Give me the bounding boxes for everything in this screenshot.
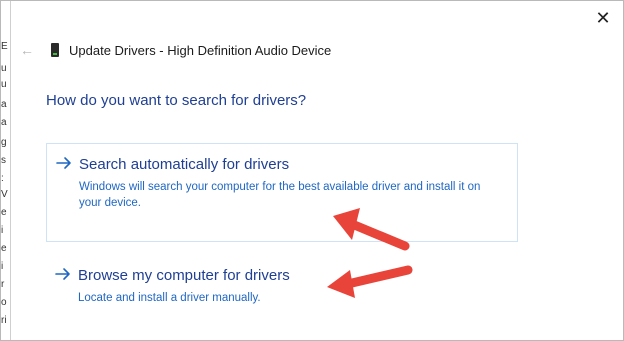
option-description: Locate and install a driver manually.	[78, 292, 261, 304]
background-text-fragment: e	[1, 207, 7, 218]
title-bar: ← Update Drivers - High Definition Audio…	[17, 38, 331, 62]
audio-device-icon	[49, 40, 61, 60]
background-text-fragment: E	[1, 41, 8, 52]
option-title: Browse my computer for drivers	[78, 267, 290, 284]
background-text-fragment: g	[1, 137, 7, 148]
background-text-fragment: u	[1, 63, 7, 74]
page-heading: How do you want to search for drivers?	[46, 92, 307, 109]
background-text-fragment: r	[1, 279, 5, 290]
background-text-fragment: s	[1, 155, 6, 166]
update-drivers-dialog: ✕ ← Update Drivers - High Definition Aud…	[10, 0, 624, 341]
background-text-fragment: ri	[1, 315, 7, 326]
search-automatically-option[interactable]: Search automatically for drivers Windows…	[46, 143, 518, 242]
background-text-fragment: :	[1, 173, 4, 184]
back-arrow-icon: ←	[20, 42, 34, 58]
background-text-fragment: i	[1, 225, 4, 236]
close-icon: ✕	[595, 8, 611, 28]
option-description: Windows will search your computer for th…	[79, 181, 481, 209]
background-text-fragment: u	[1, 79, 7, 90]
option-title: Search automatically for drivers	[79, 156, 290, 173]
close-button[interactable]: ✕	[591, 6, 615, 30]
background-text-fragment: a	[1, 99, 7, 110]
background-text-fragment: V	[1, 189, 8, 200]
background-text-fragment: a	[1, 117, 7, 128]
back-button[interactable]: ←	[17, 40, 37, 60]
background-text-fragment: o	[1, 297, 7, 308]
dialog-title: Update Drivers - High Definition Audio D…	[69, 42, 332, 58]
right-arrow-icon	[54, 265, 72, 283]
background-text-fragment: e	[1, 243, 7, 254]
background-text-fragment: i	[1, 261, 4, 272]
browse-computer-option[interactable]: Browse my computer for drivers Locate an…	[46, 255, 518, 311]
right-arrow-icon	[55, 154, 73, 172]
